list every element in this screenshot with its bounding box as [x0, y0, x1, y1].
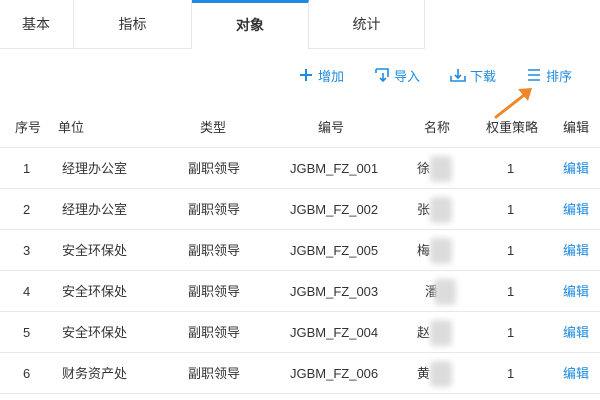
- cell-unit: 经理办公室: [62, 202, 128, 217]
- edit-link[interactable]: 编辑: [563, 353, 589, 394]
- table-row: 2 经理办公室 副职领导 JGBM_FZ_002 张 1 编辑: [0, 189, 600, 230]
- edit-link[interactable]: 编辑: [563, 189, 589, 230]
- redaction-blur: [430, 238, 452, 264]
- edit-link[interactable]: 编辑: [563, 230, 589, 271]
- cell-name: 赵: [417, 325, 431, 340]
- plus-icon: [298, 67, 314, 83]
- cell-type: 副职领导: [188, 161, 241, 176]
- cell-unit: 财务资产处: [62, 366, 128, 381]
- import-button[interactable]: 导入: [374, 64, 420, 86]
- download-icon: [450, 67, 466, 83]
- download-button[interactable]: 下载: [450, 64, 496, 86]
- cell-type: 副职领导: [188, 202, 241, 217]
- edit-link[interactable]: 编辑: [563, 148, 589, 189]
- cell-code: JGBM_FZ_003: [290, 284, 379, 299]
- cell-code: JGBM_FZ_002: [290, 202, 379, 217]
- table-row: 4 安全环保处 副职领导 JGBM_FZ_003 潘 1 编辑: [0, 271, 600, 312]
- add-button[interactable]: 增加: [298, 64, 344, 86]
- table-row: 1 经理办公室 副职领导 JGBM_FZ_001 徐 1 编辑: [0, 148, 600, 189]
- cell-index: 3: [23, 243, 31, 258]
- tab-objects[interactable]: 对象: [192, 0, 309, 50]
- import-icon: [374, 67, 390, 83]
- cell-weight: 1: [507, 243, 515, 258]
- cell-index: 5: [23, 325, 31, 340]
- table-row: 5 安全环保处 副职领导 JGBM_FZ_004 赵 1 编辑: [0, 312, 600, 353]
- cell-name: 徐: [417, 161, 431, 176]
- cell-index: 1: [23, 161, 31, 176]
- header-name: 名称: [424, 120, 451, 135]
- table-row: 6 财务资产处 副职领导 JGBM_FZ_006 黄 1 编辑: [0, 353, 600, 394]
- redaction-blur: [430, 320, 452, 346]
- cell-name: 黄: [417, 366, 431, 381]
- cell-code: JGBM_FZ_006: [290, 366, 379, 381]
- cell-type: 副职领导: [188, 284, 241, 299]
- tab-basic[interactable]: 基本: [0, 0, 74, 49]
- cell-unit: 安全环保处: [62, 243, 128, 258]
- cell-index: 2: [23, 202, 31, 217]
- redaction-blur: [430, 361, 452, 387]
- cell-weight: 1: [507, 202, 515, 217]
- cell-unit: 安全环保处: [62, 284, 128, 299]
- cell-unit: 经理办公室: [62, 161, 128, 176]
- cell-unit: 安全环保处: [62, 325, 128, 340]
- cell-type: 副职领导: [188, 243, 241, 258]
- table-header: 序号 单位 类型 编号 名称 权重策略 编辑: [0, 110, 600, 148]
- cell-weight: 1: [507, 161, 515, 176]
- menu-lines-icon: [526, 67, 542, 83]
- header-unit: 单位: [58, 120, 85, 135]
- sort-button-label: 排序: [546, 68, 573, 84]
- redaction-blur: [434, 279, 456, 305]
- cell-name: 梅: [417, 243, 431, 258]
- edit-link[interactable]: 编辑: [563, 271, 589, 312]
- edit-link[interactable]: 编辑: [563, 312, 589, 353]
- tab-bar: 基本 指标 对象 统计: [0, 0, 600, 50]
- cell-index: 4: [23, 284, 31, 299]
- tab-statistics[interactable]: 统计: [309, 0, 425, 49]
- download-button-label: 下载: [470, 68, 497, 84]
- cell-weight: 1: [507, 325, 515, 340]
- table-row: 3 安全环保处 副职领导 JGBM_FZ_005 梅 1 编辑: [0, 230, 600, 271]
- header-code: 编号: [318, 120, 345, 135]
- cell-index: 6: [23, 366, 31, 381]
- cell-code: JGBM_FZ_001: [290, 161, 379, 176]
- redaction-blur: [430, 197, 452, 223]
- import-button-label: 导入: [394, 68, 421, 84]
- cell-code: JGBM_FZ_005: [290, 243, 379, 258]
- cell-name: 张: [417, 202, 431, 217]
- sort-button[interactable]: 排序: [526, 64, 572, 86]
- tab-bar-spacer: [425, 0, 600, 49]
- header-weight: 权重策略: [486, 120, 539, 135]
- redaction-blur: [430, 156, 452, 182]
- cell-type: 副职领导: [188, 325, 241, 340]
- header-edit: 编辑: [563, 120, 590, 135]
- header-index: 序号: [15, 120, 42, 135]
- cell-code: JGBM_FZ_004: [290, 325, 379, 340]
- add-button-label: 增加: [318, 68, 345, 84]
- header-type: 类型: [200, 120, 227, 135]
- cell-weight: 1: [507, 366, 515, 381]
- cell-weight: 1: [507, 284, 515, 299]
- tab-indicators[interactable]: 指标: [74, 0, 192, 49]
- cell-type: 副职领导: [188, 366, 241, 381]
